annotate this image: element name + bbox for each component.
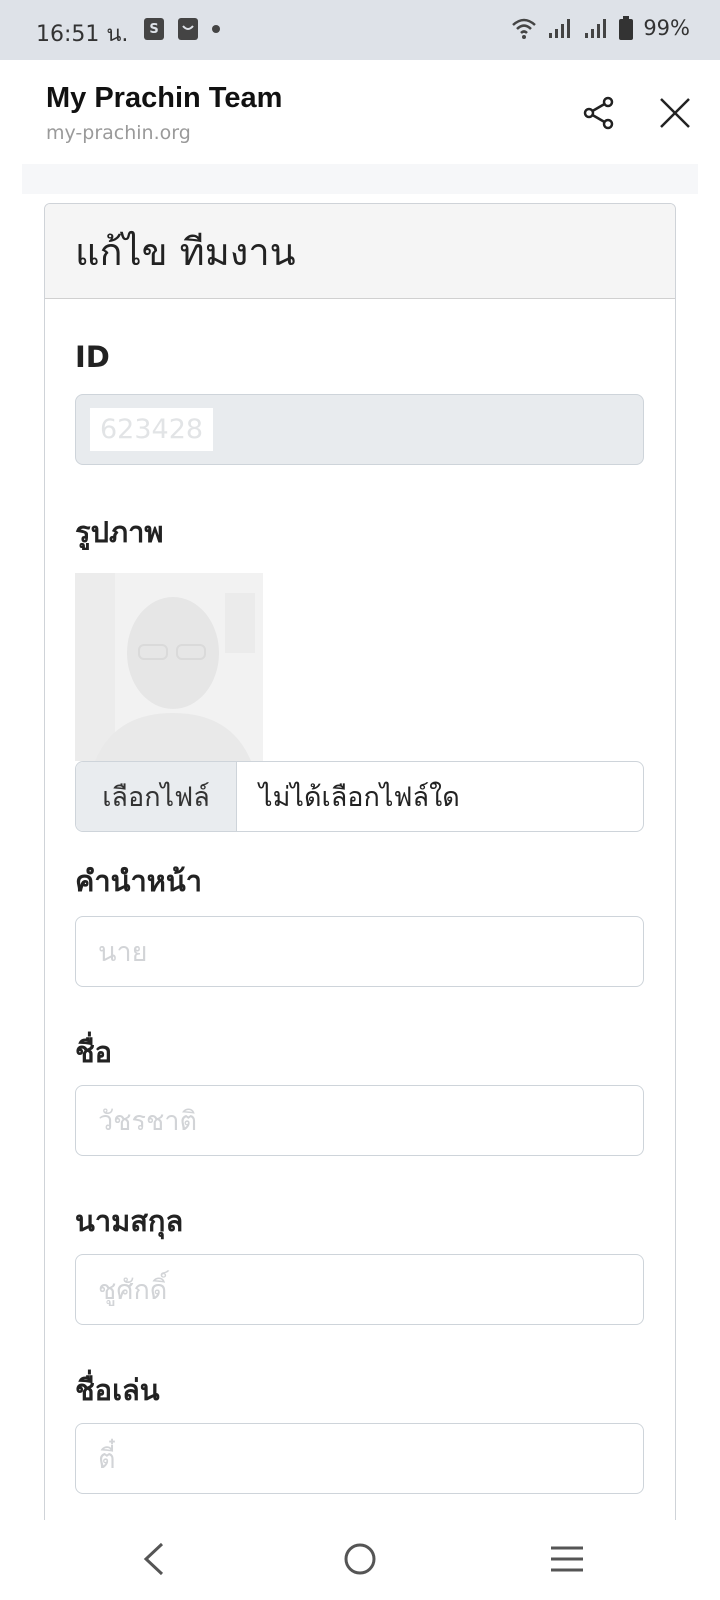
home-button[interactable] (330, 1534, 390, 1584)
wifi-icon (512, 18, 537, 39)
firstname-input[interactable]: วัชรชาติ (75, 1085, 644, 1156)
browser-header: My Prachin Team my-prachin.org (0, 60, 720, 164)
close-button[interactable] (650, 88, 700, 138)
bag-icon (178, 18, 198, 40)
dot-icon (212, 25, 220, 33)
prefix-input[interactable]: นาย (75, 916, 644, 987)
profile-photo (75, 573, 263, 761)
photo-label: รูปภาพ (75, 515, 164, 549)
battery-icon (619, 16, 634, 40)
share-button[interactable] (574, 88, 624, 138)
menu-button[interactable] (537, 1534, 597, 1584)
card-title: แก้ไข ทีมงาน (75, 229, 296, 274)
nickname-input[interactable]: ตี๋ (75, 1423, 644, 1494)
lastname-input[interactable]: ชูศักดิ์ (75, 1254, 644, 1325)
system-nav-bar (0, 1520, 720, 1600)
id-value: 623428 (90, 408, 214, 451)
system-icons: 99% (511, 16, 690, 40)
page-title: My Prachin Team (46, 82, 283, 114)
lastname-label: นามสกุล (75, 1204, 184, 1238)
share-icon (583, 96, 614, 130)
menu-icon (551, 1546, 583, 1572)
home-icon (344, 1543, 376, 1575)
lastname-placeholder: ชูศักดิ์ (98, 1275, 168, 1306)
nickname-placeholder: ตี๋ (98, 1444, 116, 1475)
prefix-label: คำนำหน้า (75, 864, 203, 898)
firstname-placeholder: วัชรชาติ (98, 1106, 198, 1137)
id-label: ID (75, 340, 110, 374)
firstname-label: ชื่อ (75, 1035, 113, 1069)
status-bar: 16:51 น. S 99% (0, 0, 720, 60)
file-status: ไม่ได้เลือกไฟล์ใด (259, 782, 460, 813)
shop-icon: S (144, 18, 164, 40)
content-top-strip (22, 164, 698, 194)
back-icon (143, 1542, 164, 1576)
id-field[interactable]: 623428 (75, 394, 644, 465)
page-url: my-prachin.org (46, 122, 191, 144)
status-time: 16:51 น. (36, 22, 129, 47)
notification-icons: S (144, 18, 220, 40)
choose-file-button[interactable]: เลือกไฟล์ (76, 762, 237, 831)
card-header: แก้ไข ทีมงาน (45, 204, 675, 299)
battery-percentage: 99% (643, 16, 690, 40)
back-button[interactable] (124, 1534, 184, 1584)
signal-icon (549, 19, 571, 38)
prefix-placeholder: นาย (98, 937, 148, 968)
edit-team-card: แก้ไข ทีมงาน ID 623428 รูปภาพ เลือกไฟล์ … (44, 203, 676, 1533)
file-picker[interactable]: เลือกไฟล์ ไม่ได้เลือกไฟล์ใด (75, 761, 644, 832)
signal-icon (585, 19, 607, 38)
close-icon (660, 98, 690, 128)
nickname-label: ชื่อเล่น (75, 1373, 160, 1407)
